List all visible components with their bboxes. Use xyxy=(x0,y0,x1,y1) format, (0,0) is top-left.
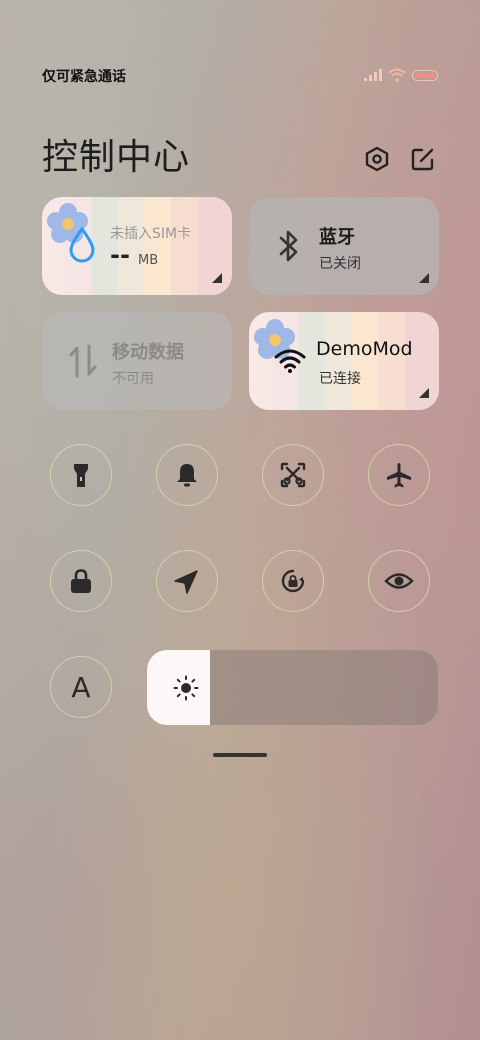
status-bar: 仅可紧急通话 xyxy=(42,66,438,86)
sun-icon xyxy=(173,675,199,701)
font-size-icon: A xyxy=(71,670,91,704)
bluetooth-tile[interactable]: 蓝牙 已关闭 xyxy=(249,197,439,295)
bell-icon xyxy=(177,464,197,487)
font-size-toggle[interactable]: A xyxy=(50,656,112,718)
flashlight-icon xyxy=(74,464,88,487)
bluetooth-icon xyxy=(279,230,298,262)
page-title: 控制中心 xyxy=(42,137,191,178)
airplane-icon xyxy=(387,463,411,488)
bluetooth-label: 蓝牙 xyxy=(319,227,355,248)
mute-toggle[interactable] xyxy=(156,444,218,506)
mobile-data-tile[interactable]: 移动数据 不可用 xyxy=(42,312,232,410)
screenshot-icon xyxy=(280,462,306,488)
data-usage-tile[interactable]: 未插入SIM卡 -- MB xyxy=(42,197,232,295)
settings-icon[interactable] xyxy=(364,146,390,172)
rotation-lock-icon xyxy=(281,569,305,593)
carrier-status-text: 仅可紧急通话 xyxy=(42,69,126,85)
wifi-status: 已连接 xyxy=(319,371,361,387)
mobile-data-status: 不可用 xyxy=(112,371,154,387)
mobile-data-label: 移动数据 xyxy=(112,342,184,363)
drag-handle[interactable] xyxy=(213,753,267,757)
brightness-slider[interactable] xyxy=(147,650,438,725)
battery-icon xyxy=(412,69,438,81)
bluetooth-status: 已关闭 xyxy=(319,256,361,272)
wifi-icon xyxy=(274,349,306,373)
expand-corner-icon xyxy=(419,388,429,398)
water-drop-icon xyxy=(69,227,95,263)
edit-icon[interactable] xyxy=(410,146,436,172)
location-toggle[interactable] xyxy=(156,550,218,612)
wifi-network-name: DemoMod xyxy=(316,338,413,360)
reading-mode-toggle[interactable] xyxy=(368,550,430,612)
airplane-mode-toggle[interactable] xyxy=(368,444,430,506)
screenshot-toggle[interactable] xyxy=(262,444,324,506)
sim-status-label: 未插入SIM卡 xyxy=(110,226,192,242)
location-icon xyxy=(174,570,198,594)
eye-icon xyxy=(384,573,414,589)
lock-screen-toggle[interactable] xyxy=(50,550,112,612)
mobile-data-icon xyxy=(69,344,97,378)
wifi-icon xyxy=(388,68,406,82)
rotation-lock-toggle[interactable] xyxy=(262,550,324,612)
data-usage-value: -- xyxy=(110,241,130,269)
signal-icon xyxy=(364,69,382,81)
flashlight-toggle[interactable] xyxy=(50,444,112,506)
data-usage-unit: MB xyxy=(138,253,159,268)
expand-corner-icon xyxy=(419,273,429,283)
wifi-tile[interactable]: DemoMod 已连接 xyxy=(249,312,439,410)
expand-corner-icon xyxy=(212,273,222,283)
lock-icon xyxy=(71,569,91,593)
